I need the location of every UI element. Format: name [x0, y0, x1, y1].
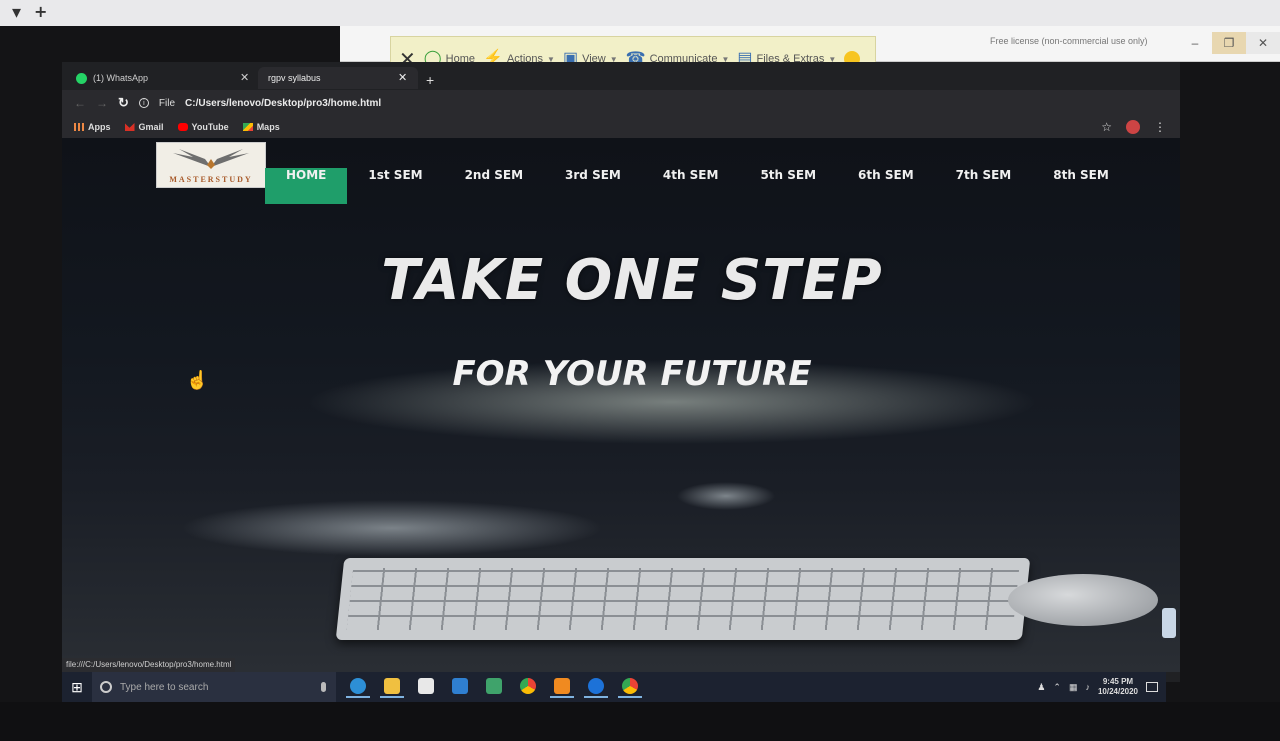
- teamviewer-icon[interactable]: [584, 676, 608, 698]
- hero-keyboard-image: [335, 558, 1031, 640]
- chrome-icon[interactable]: [618, 676, 642, 698]
- cortana-icon: [100, 681, 112, 693]
- hero-subtitle: FOR YOUR FUTURE: [452, 354, 812, 394]
- license-text: Free license (non-commercial use only): [990, 36, 1148, 46]
- search-placeholder: Type here to search: [120, 681, 209, 693]
- bookmark-label: YouTube: [191, 122, 229, 132]
- microphone-icon[interactable]: [321, 682, 326, 692]
- reload-icon[interactable]: ↻: [118, 95, 129, 111]
- system-tray: ♟ ⌃ ▦ ♪ 9:45 PM 10/24/2020: [1037, 677, 1166, 697]
- star-icon[interactable]: ☆: [1101, 120, 1112, 134]
- status-url: file:///C:/Users/lenovo/Desktop/pro3/hom…: [62, 658, 236, 672]
- nav-5th-sem[interactable]: 5th SEM: [739, 168, 837, 204]
- edge-icon[interactable]: [346, 676, 370, 698]
- youtube-icon: [177, 123, 188, 131]
- back-icon[interactable]: ←: [74, 96, 86, 110]
- info-icon[interactable]: i: [138, 98, 149, 108]
- tab-label: rgpv syllabus: [268, 73, 321, 83]
- restore-icon[interactable]: ❐: [1212, 32, 1246, 54]
- whatsapp-icon: [76, 73, 87, 85]
- browser-actions: ☆ ⋮: [1101, 120, 1166, 134]
- tab-whatsapp[interactable]: (1) WhatsApp ✕: [76, 67, 249, 89]
- store-icon[interactable]: [414, 676, 438, 698]
- bookmark-label: Maps: [256, 122, 280, 132]
- profile-avatar-icon[interactable]: [1126, 120, 1140, 134]
- tab-rgpv-syllabus[interactable]: rgpv syllabus ✕: [258, 67, 418, 89]
- volume-icon[interactable]: ♪: [1085, 682, 1090, 692]
- side-handle-icon[interactable]: [1162, 608, 1176, 638]
- menu-kebab-icon[interactable]: ⋮: [1154, 120, 1166, 134]
- sublime-icon[interactable]: [550, 676, 574, 698]
- nav-1st-sem[interactable]: 1st SEM: [347, 168, 443, 204]
- taskbar-apps: [336, 676, 642, 698]
- remote-window-controls: – ❐ ✕: [1178, 32, 1280, 54]
- network-icon[interactable]: ▦: [1069, 682, 1078, 693]
- forward-icon[interactable]: →: [96, 96, 108, 110]
- chrome-icon[interactable]: [516, 676, 540, 698]
- web-page: MASTERSTUDY HOME 1st SEM 2nd SEM 3rd SEM…: [62, 138, 1180, 672]
- photo-frame: ▾ + Free license (non-commercial use onl…: [0, 0, 1280, 741]
- monitor-bezel: [0, 702, 1280, 741]
- nav-home[interactable]: HOME: [265, 168, 348, 204]
- minimize-icon[interactable]: –: [1178, 32, 1212, 54]
- nav-7th-sem[interactable]: 7th SEM: [935, 168, 1033, 204]
- site-nav: HOME 1st SEM 2nd SEM 3rd SEM 4th SEM 5th…: [265, 168, 1130, 204]
- outer-tab-bar: ▾ +: [0, 0, 1280, 26]
- gmail-icon: [124, 123, 135, 131]
- nav-4th-sem[interactable]: 4th SEM: [642, 168, 740, 204]
- tab-label: (1) WhatsApp: [93, 73, 149, 83]
- windows-start-icon[interactable]: ⊞: [62, 679, 92, 696]
- file-explorer-icon[interactable]: [380, 676, 404, 698]
- people-icon[interactable]: ♟: [1037, 682, 1045, 693]
- outer-new-tab-icon[interactable]: +: [34, 2, 47, 21]
- tab-close-icon[interactable]: ✕: [240, 67, 249, 89]
- address-bar-row: ← → ↻ i File C:/Users/lenovo/Desktop/pro…: [62, 90, 1180, 116]
- photos-icon[interactable]: [482, 676, 506, 698]
- bookmarks-bar: Apps Gmail YouTube Maps: [62, 116, 1180, 138]
- bookmark-gmail[interactable]: Gmail: [124, 122, 164, 132]
- logo-text: MASTERSTUDY: [169, 175, 253, 184]
- scheme-label: File: [158, 97, 176, 109]
- close-icon[interactable]: ✕: [1246, 32, 1280, 54]
- bookmark-youtube[interactable]: YouTube: [177, 122, 229, 132]
- nav-8th-sem[interactable]: 8th SEM: [1032, 168, 1130, 204]
- bookmark-label: Gmail: [138, 122, 164, 132]
- outer-tab-menu-icon[interactable]: ▾: [12, 2, 21, 23]
- taskbar-clock[interactable]: 9:45 PM 10/24/2020: [1098, 677, 1138, 697]
- hero-title: TAKE ONE STEP: [381, 248, 883, 313]
- new-tab-icon[interactable]: +: [426, 72, 434, 88]
- browser-tab-strip: (1) WhatsApp ✕ rgpv syllabus ✕ +: [62, 62, 1180, 90]
- hero-mouse-image: [1008, 574, 1158, 626]
- taskbar-search-input[interactable]: Type here to search: [92, 672, 336, 702]
- nav-3rd-sem[interactable]: 3rd SEM: [544, 168, 642, 204]
- maps-icon: [242, 123, 253, 131]
- bookmark-apps[interactable]: Apps: [74, 122, 111, 132]
- apps-grid-icon: [74, 123, 84, 131]
- address-input[interactable]: C:/Users/lenovo/Desktop/pro3/home.html: [185, 98, 381, 109]
- mail-icon[interactable]: [448, 676, 472, 698]
- bookmark-maps[interactable]: Maps: [242, 122, 280, 132]
- clock-date: 10/24/2020: [1097, 687, 1138, 696]
- clock-time: 9:45 PM: [1102, 677, 1134, 686]
- windows-taskbar: ⊞ Type here to search ♟ ⌃ ▦ ♪ 9:45 PM 10…: [62, 672, 1166, 702]
- bookmark-label: Apps: [88, 122, 111, 132]
- nav-2nd-sem[interactable]: 2nd SEM: [444, 168, 544, 204]
- hand-cursor-icon: ☝: [186, 370, 209, 390]
- site-logo[interactable]: MASTERSTUDY: [156, 142, 266, 188]
- wings-logo-icon: [173, 149, 249, 169]
- notification-icon[interactable]: [1146, 682, 1158, 692]
- browser-window: (1) WhatsApp ✕ rgpv syllabus ✕ + – ❐ ✕ ←…: [62, 62, 1180, 682]
- chevron-up-icon[interactable]: ⌃: [1053, 682, 1061, 693]
- tab-close-icon[interactable]: ✕: [398, 67, 407, 89]
- nav-6th-sem[interactable]: 6th SEM: [837, 168, 935, 204]
